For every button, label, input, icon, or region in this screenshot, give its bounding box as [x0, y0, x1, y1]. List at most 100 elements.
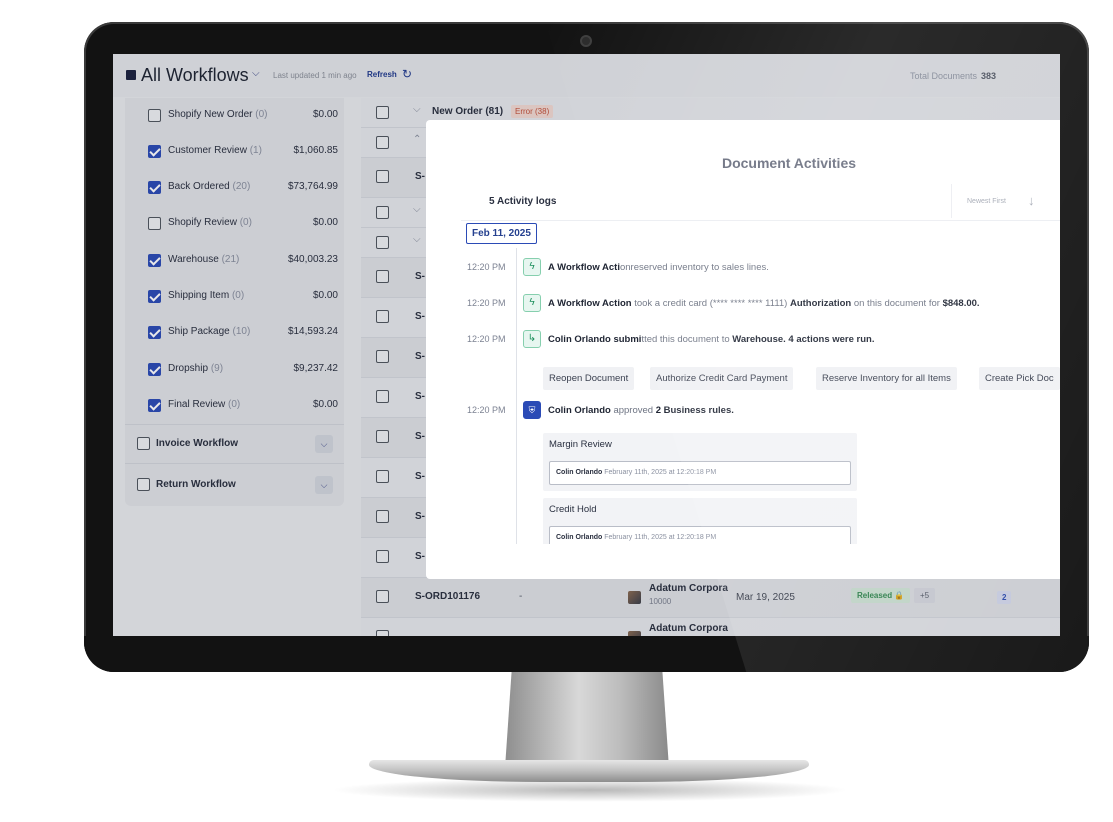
checkbox[interactable] [376, 630, 389, 636]
date-chip[interactable]: Feb 11, 2025 [466, 223, 537, 244]
monitor-stand-neck [505, 672, 669, 768]
status-badge: Released 🔒 [851, 588, 911, 603]
customer-name[interactable]: Adatum Corpora [649, 583, 728, 594]
checkbox[interactable] [376, 270, 389, 283]
sidebar-item-label: Final Review (0) [168, 399, 241, 410]
checkbox[interactable] [148, 254, 161, 267]
order-id[interactable]: S- [415, 311, 425, 322]
checkbox[interactable] [376, 106, 389, 119]
reopen-document-button[interactable]: Reopen Document [543, 367, 635, 390]
sidebar-item-shopify-review[interactable]: Shopify Review (0) $0.00 [148, 215, 338, 235]
rule-title: Margin Review [549, 439, 612, 450]
checkbox[interactable] [376, 236, 389, 249]
reserve-inventory-button[interactable]: Reserve Inventory for all Items [816, 367, 957, 390]
checkbox[interactable] [376, 590, 389, 603]
activity-time: 12:20 PM [467, 262, 506, 272]
count-badge[interactable]: 2 [997, 591, 1012, 604]
order-id[interactable]: S- [415, 391, 425, 402]
authorize-credit-card-button[interactable]: Authorize Credit Card Payment [650, 367, 794, 390]
checkbox[interactable] [376, 390, 389, 403]
workflow-sidebar: Shopify New Order (0) $0.00 Customer Rev… [125, 98, 344, 506]
sidebar-item-dropship[interactable]: Dropship (9) $9,237.42 [148, 361, 338, 381]
checkbox[interactable] [137, 478, 150, 491]
checkbox[interactable] [376, 310, 389, 323]
sidebar-item-warehouse[interactable]: Warehouse (21) $40,003.23 [148, 252, 338, 272]
more-badge[interactable]: +5 [914, 588, 936, 603]
checkbox[interactable] [376, 350, 389, 363]
sidebar-item-amount: $73,764.99 [287, 181, 338, 192]
chevron-down-icon[interactable]: ⌵ [413, 204, 421, 215]
order-id[interactable]: S- [415, 431, 425, 442]
checkbox[interactable] [148, 109, 161, 122]
last-updated-text: Last updated 1 min ago [273, 71, 357, 80]
sidebar-item-back-ordered[interactable]: Back Ordered (20) $73,764.99 [148, 179, 338, 199]
create-pick-doc-button[interactable]: Create Pick Doc [979, 367, 1060, 390]
sidebar-item-shipping-item[interactable]: Shipping Item (0) $0.00 [148, 288, 338, 308]
divider [125, 463, 344, 464]
customer-number: 10000 [649, 597, 672, 606]
checkbox[interactable] [148, 399, 161, 412]
checkbox[interactable] [376, 470, 389, 483]
activity-text: Colin Orlando submitted this document to… [548, 334, 875, 345]
sidebar-item-amount: $9,237.42 [293, 363, 339, 374]
checkbox[interactable] [376, 510, 389, 523]
workflow-icon [126, 70, 136, 80]
arrow-down-icon[interactable]: ↓ [1028, 193, 1035, 208]
checkbox[interactable] [148, 290, 161, 303]
activity-logs-count: 5 Activity logs [489, 196, 557, 207]
checkbox[interactable] [148, 217, 161, 230]
page-title[interactable]: All Workflows [141, 65, 249, 86]
checkbox[interactable] [376, 430, 389, 443]
sidebar-item-amount: $0.00 [312, 217, 338, 228]
chevron-up-icon[interactable]: ⌃ [413, 134, 421, 145]
chevron-down-icon[interactable]: ⌵ [252, 68, 260, 79]
chevron-down-icon[interactable]: ⌵ [315, 435, 333, 453]
checkbox[interactable] [376, 206, 389, 219]
checkbox[interactable] [148, 326, 161, 339]
camera-icon [580, 35, 592, 47]
refresh-button[interactable]: Refresh [367, 70, 397, 79]
order-id[interactable]: S- [415, 271, 425, 282]
order-id[interactable]: S- [415, 551, 425, 562]
sidebar-item-final-review[interactable]: Final Review (0) $0.00 [148, 397, 338, 417]
sidebar-item-label: Shipping Item (0) [168, 290, 245, 301]
sidebar-group-return-workflow[interactable]: Return Workflow ⌵ [137, 475, 333, 497]
order-id[interactable]: S- [415, 511, 425, 522]
table-row[interactable]: Adatum Corpora [361, 618, 1060, 636]
divider [461, 220, 1060, 221]
sidebar-item-amount: $0.00 [312, 290, 338, 301]
order-id[interactable]: S-ORD101176 [415, 591, 480, 602]
sidebar-item-amount: $0.00 [312, 109, 338, 120]
checkbox[interactable] [376, 136, 389, 149]
chevron-down-icon[interactable]: ⌵ [315, 476, 333, 494]
refresh-icon[interactable]: ↻ [402, 67, 412, 81]
checkbox[interactable] [148, 181, 161, 194]
sidebar-item-ship-package[interactable]: Ship Package (10) $14,593.24 [148, 324, 338, 344]
sidebar-group-label: Return Workflow [156, 479, 236, 490]
bolt-icon: ϟ [523, 258, 541, 276]
chevron-down-icon[interactable]: ⌵ [413, 104, 421, 115]
bolt-icon: ϟ [523, 294, 541, 312]
checkbox[interactable] [148, 145, 161, 158]
sidebar-item-shopify-new-order[interactable]: Shopify New Order (0) $0.00 [148, 107, 338, 127]
sort-label[interactable]: Newest First [967, 198, 1006, 205]
customer-name[interactable]: Adatum Corpora [649, 623, 728, 634]
sidebar-group-invoice-workflow[interactable]: Invoice Workflow ⌵ [137, 434, 333, 456]
chevron-down-icon[interactable]: ⌵ [413, 234, 421, 245]
checkbox[interactable] [376, 550, 389, 563]
checkbox[interactable] [376, 170, 389, 183]
table-row[interactable]: S-ORD101176 - Adatum Corpora 10000 Mar 1… [361, 578, 1060, 618]
activity-text: Colin Orlando approved 2 Business rules. [548, 405, 734, 416]
route-icon: ↳ [523, 330, 541, 348]
sidebar-item-label: Ship Package (10) [168, 326, 251, 337]
checkbox[interactable] [148, 363, 161, 376]
monitor-chin [84, 636, 1089, 672]
order-id[interactable]: S- [415, 171, 425, 182]
order-id[interactable]: S- [415, 351, 425, 362]
sidebar-item-customer-review[interactable]: Customer Review (1) $1,060.85 [148, 143, 338, 163]
activity-text: A Workflow Action took a credit card (**… [548, 298, 980, 309]
sidebar-item-amount: $1,060.85 [293, 145, 339, 156]
order-id[interactable]: S- [415, 471, 425, 482]
checkbox[interactable] [137, 437, 150, 450]
sidebar-item-label: Dropship (9) [168, 363, 224, 374]
